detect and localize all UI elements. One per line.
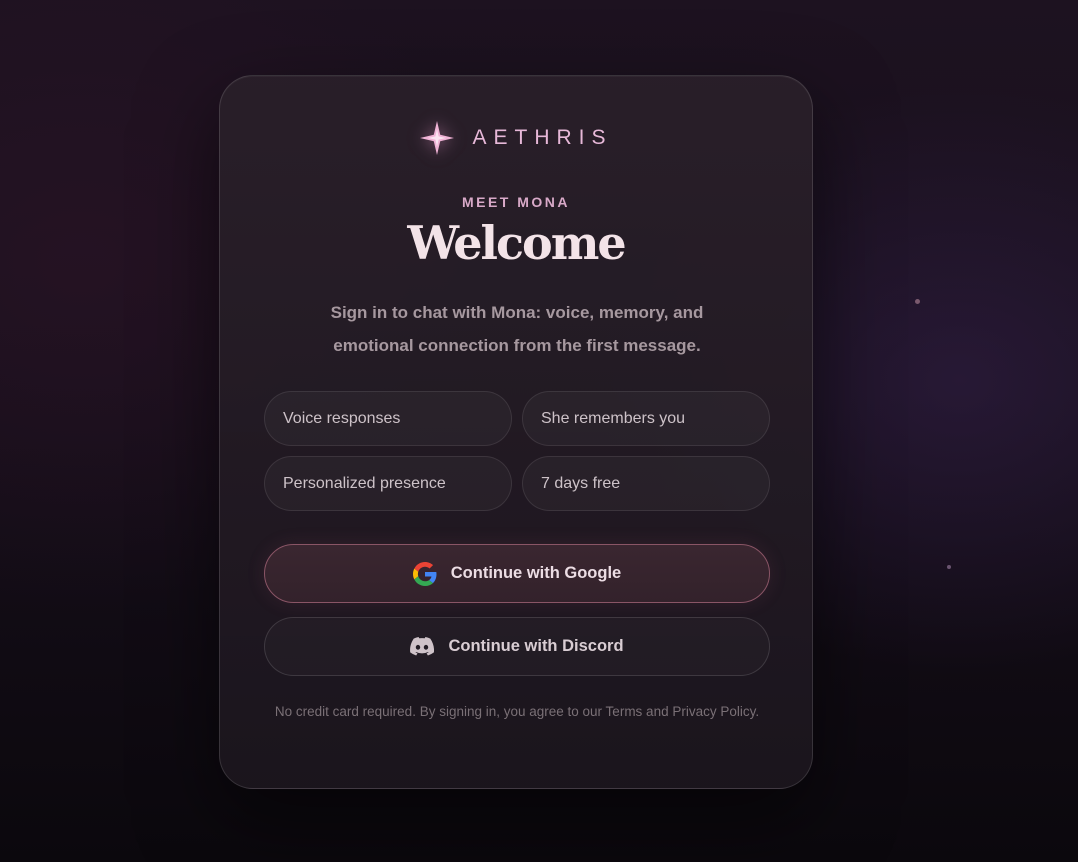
feature-chip-trial: 7 days free xyxy=(522,456,770,511)
feature-chip-voice: Voice responses xyxy=(264,391,512,446)
four-point-star-icon xyxy=(419,120,455,156)
brand-name: AETHRIS xyxy=(472,126,613,149)
feature-chips: Voice responses She remembers you Person… xyxy=(264,391,770,511)
sign-in-card: AETHRIS MEET MONA Welcome Sign in to cha… xyxy=(219,75,813,789)
continue-with-google-label: Continue with Google xyxy=(450,564,622,582)
eyebrow-label: MEET MONA xyxy=(461,194,571,210)
continue-with-discord-label: Continue with Discord xyxy=(448,637,624,655)
feature-chip-memory: She remembers you xyxy=(522,391,770,446)
discord-icon xyxy=(410,637,435,656)
continue-with-google-button[interactable]: Continue with Google xyxy=(264,544,770,603)
page-subtitle: Sign in to chat with Mona: voice, memory… xyxy=(330,303,704,355)
page-title: Welcome xyxy=(407,216,626,270)
continue-with-discord-button[interactable]: Continue with Discord xyxy=(264,617,770,676)
background-sparkle xyxy=(947,565,951,569)
brand-header: AETHRIS xyxy=(220,120,812,156)
background-sparkle xyxy=(915,299,920,304)
google-icon xyxy=(412,561,437,586)
feature-chip-presence: Personalized presence xyxy=(264,456,512,511)
legal-notice: No credit card required. By signing in, … xyxy=(274,704,760,719)
